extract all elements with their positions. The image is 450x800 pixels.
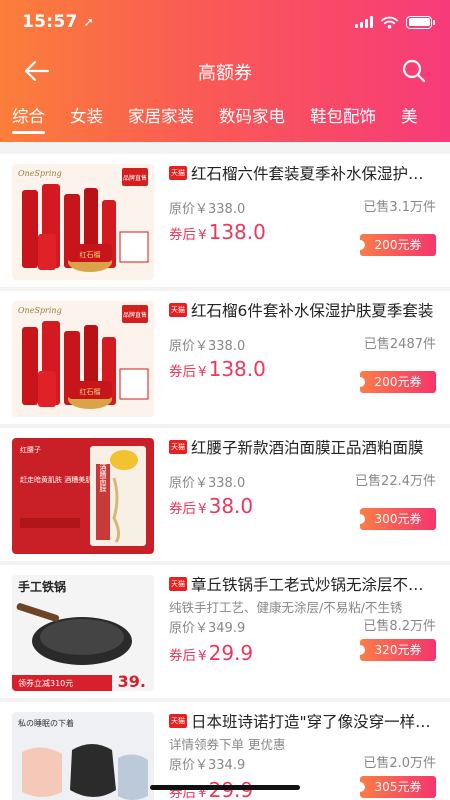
image-label: 酒糟面膜	[99, 464, 107, 493]
coupon-price: 券后 ¥ 29.9	[169, 641, 253, 665]
product-title[interactable]: 日本班诗诺打造"穿了像没穿一样"内衣	[191, 710, 437, 732]
nav-bar: 高额券	[0, 48, 450, 94]
image-tag: 品牌直售	[123, 311, 147, 319]
original-price: 原价￥338.0	[169, 476, 246, 491]
coupon-button[interactable]: 305元券	[355, 776, 436, 798]
original-price: 原价￥338.0	[169, 202, 246, 217]
sold-count: 已售3.1万件	[363, 200, 436, 215]
price-value: 138.0	[208, 357, 266, 381]
original-price: 原价￥334.9	[169, 758, 246, 773]
image-label: 39.	[118, 672, 146, 691]
product-card[interactable]: OneSpring 品牌直售 红石榴 天猫 红石榴6件套补水保湿护肤夏季套装 原…	[0, 291, 450, 424]
sold-count: 已售8.2万件	[363, 619, 436, 634]
product-card[interactable]: OneSpring 品牌直售 红石榴 天猫 红石榴六件套装夏季补水保湿护肤品 原…	[0, 154, 450, 287]
after-coupon-label: 券后	[169, 648, 196, 664]
tab-home[interactable]: 家居家装	[128, 100, 194, 134]
tmall-badge: 天猫	[169, 714, 187, 728]
sold-count: 已售2487件	[363, 337, 436, 352]
status-bar: 15:57 ➚	[22, 10, 435, 34]
product-image[interactable]: 手工铁锅 领券立减310元 39.	[12, 575, 154, 691]
sold-count: 已售2.0万件	[363, 756, 436, 771]
image-tag: 赶走暗黄肌肤 酒糟美肌	[20, 475, 92, 484]
currency-symbol: ¥	[198, 364, 207, 380]
product-card[interactable]: 红腰子 赶走暗黄肌肤 酒糟美肌 酒糟面膜 天猫 红腰子新款酒泊面膜正品酒粕面膜 …	[0, 428, 450, 561]
currency-symbol: ¥	[198, 648, 207, 664]
image-tag: 领券立减310元	[18, 678, 73, 688]
tab-all[interactable]: 综合	[12, 100, 45, 134]
product-title[interactable]: 红腰子新款酒泊面膜正品酒粕面膜	[191, 436, 437, 458]
image-brand: OneSpring	[18, 306, 62, 315]
tmall-badge: 天猫	[169, 577, 187, 591]
product-title[interactable]: 红石榴6件套补水保湿护肤夏季套装	[191, 299, 437, 321]
sold-count: 已售22.4万件	[355, 474, 436, 489]
product-image[interactable]: OneSpring 品牌直售 红石榴	[12, 164, 154, 280]
home-indicator[interactable]	[150, 785, 300, 790]
tab-beauty[interactable]: 美	[401, 100, 418, 134]
tab-womens[interactable]: 女装	[70, 100, 103, 134]
image-brand: 红腰子	[20, 445, 41, 454]
image-label: 红石榴	[80, 250, 101, 259]
image-label: 红石榴	[80, 387, 101, 396]
coupon-button[interactable]: 300元券	[355, 508, 436, 530]
status-time: 15:57	[22, 12, 78, 32]
price-value: 29.9	[208, 641, 254, 665]
after-coupon-label: 券后	[169, 227, 196, 243]
coupon-price: 券后 ¥ 138.0	[169, 357, 266, 381]
coupon-price: 券后 ¥ 38.0	[169, 494, 253, 518]
product-image[interactable]: 红腰子 赶走暗黄肌肤 酒糟美肌 酒糟面膜	[12, 438, 154, 554]
coupon-button[interactable]: 320元券	[355, 639, 436, 661]
wifi-icon	[381, 16, 398, 29]
image-brand: 私の睡眠の下着	[18, 718, 74, 728]
tab-shoes-bags[interactable]: 鞋包配饰	[310, 100, 376, 134]
price-value: 138.0	[208, 220, 266, 244]
product-image[interactable]: OneSpring 品牌直售 红石榴	[12, 301, 154, 417]
product-title[interactable]: 章丘铁锅手工老式炒锅无涂层不粘锅	[191, 573, 437, 595]
page-title: 高额券	[198, 63, 252, 84]
product-subtitle: 纯铁手打工艺、健康无涂层/不易粘/不生锈	[169, 600, 403, 615]
currency-symbol: ¥	[198, 501, 207, 517]
coupon-button[interactable]: 200元券	[355, 371, 436, 393]
category-tabs: 综合 女装 家居家装 数码家电 鞋包配饰 美	[12, 100, 443, 134]
product-subtitle: 详情领券下单 更优惠	[169, 737, 286, 752]
location-icon: ➚	[83, 15, 94, 29]
price-value: 38.0	[208, 494, 254, 518]
tmall-badge: 天猫	[169, 303, 187, 317]
product-image[interactable]: 私の睡眠の下着	[12, 712, 154, 800]
tmall-badge: 天猫	[169, 166, 187, 180]
signal-icon	[355, 16, 373, 28]
product-list: OneSpring 品牌直售 红石榴 天猫 红石榴六件套装夏季补水保湿护肤品 原…	[0, 142, 450, 800]
original-price: 原价￥338.0	[169, 339, 246, 354]
search-icon[interactable]	[400, 57, 428, 85]
tab-digital[interactable]: 数码家电	[219, 100, 285, 134]
header: 15:57 ➚ 高额券 综合 女装 家居家装 数码家电 鞋包配饰 美	[0, 0, 450, 142]
after-coupon-label: 券后	[169, 501, 196, 517]
image-brand: 手工铁锅	[18, 579, 66, 594]
after-coupon-label: 券后	[169, 364, 196, 380]
coupon-price: 券后 ¥ 138.0	[169, 220, 266, 244]
currency-symbol: ¥	[198, 227, 207, 243]
after-coupon-label: 券后	[169, 785, 196, 800]
original-price: 原价￥349.9	[169, 621, 246, 636]
coupon-button[interactable]: 200元券	[355, 234, 436, 256]
image-tag: 品牌直售	[123, 174, 147, 182]
image-brand: OneSpring	[18, 169, 62, 178]
tmall-badge: 天猫	[169, 440, 187, 454]
product-card[interactable]: 手工铁锅 领券立减310元 39. 天猫 章丘铁锅手工老式炒锅无涂层不粘锅 纯铁…	[0, 565, 450, 698]
battery-icon	[406, 15, 435, 29]
product-title[interactable]: 红石榴六件套装夏季补水保湿护肤品	[191, 162, 437, 184]
